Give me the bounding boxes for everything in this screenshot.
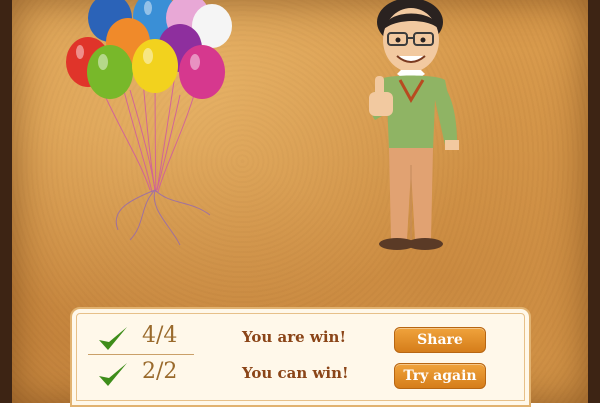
balloons-icon — [66, 0, 232, 246]
score-text: 2/2 — [142, 359, 178, 384]
try-again-button[interactable]: Try again — [394, 363, 486, 389]
result-row: 4/4 You are win! Share — [72, 321, 529, 355]
score-text: 4/4 — [142, 323, 178, 348]
result-message: You can win! — [242, 364, 349, 382]
row-divider — [88, 354, 194, 355]
check-icon — [99, 363, 127, 386]
results-panel: 4/4 You are win! Share 2/2 You can win! … — [70, 307, 531, 407]
thumbs-up-character — [369, 0, 459, 250]
share-button[interactable]: Share — [394, 327, 486, 353]
result-row: 2/2 You can win! Try again — [72, 357, 529, 391]
check-icon — [99, 327, 127, 350]
result-message: You are win! — [242, 328, 347, 346]
